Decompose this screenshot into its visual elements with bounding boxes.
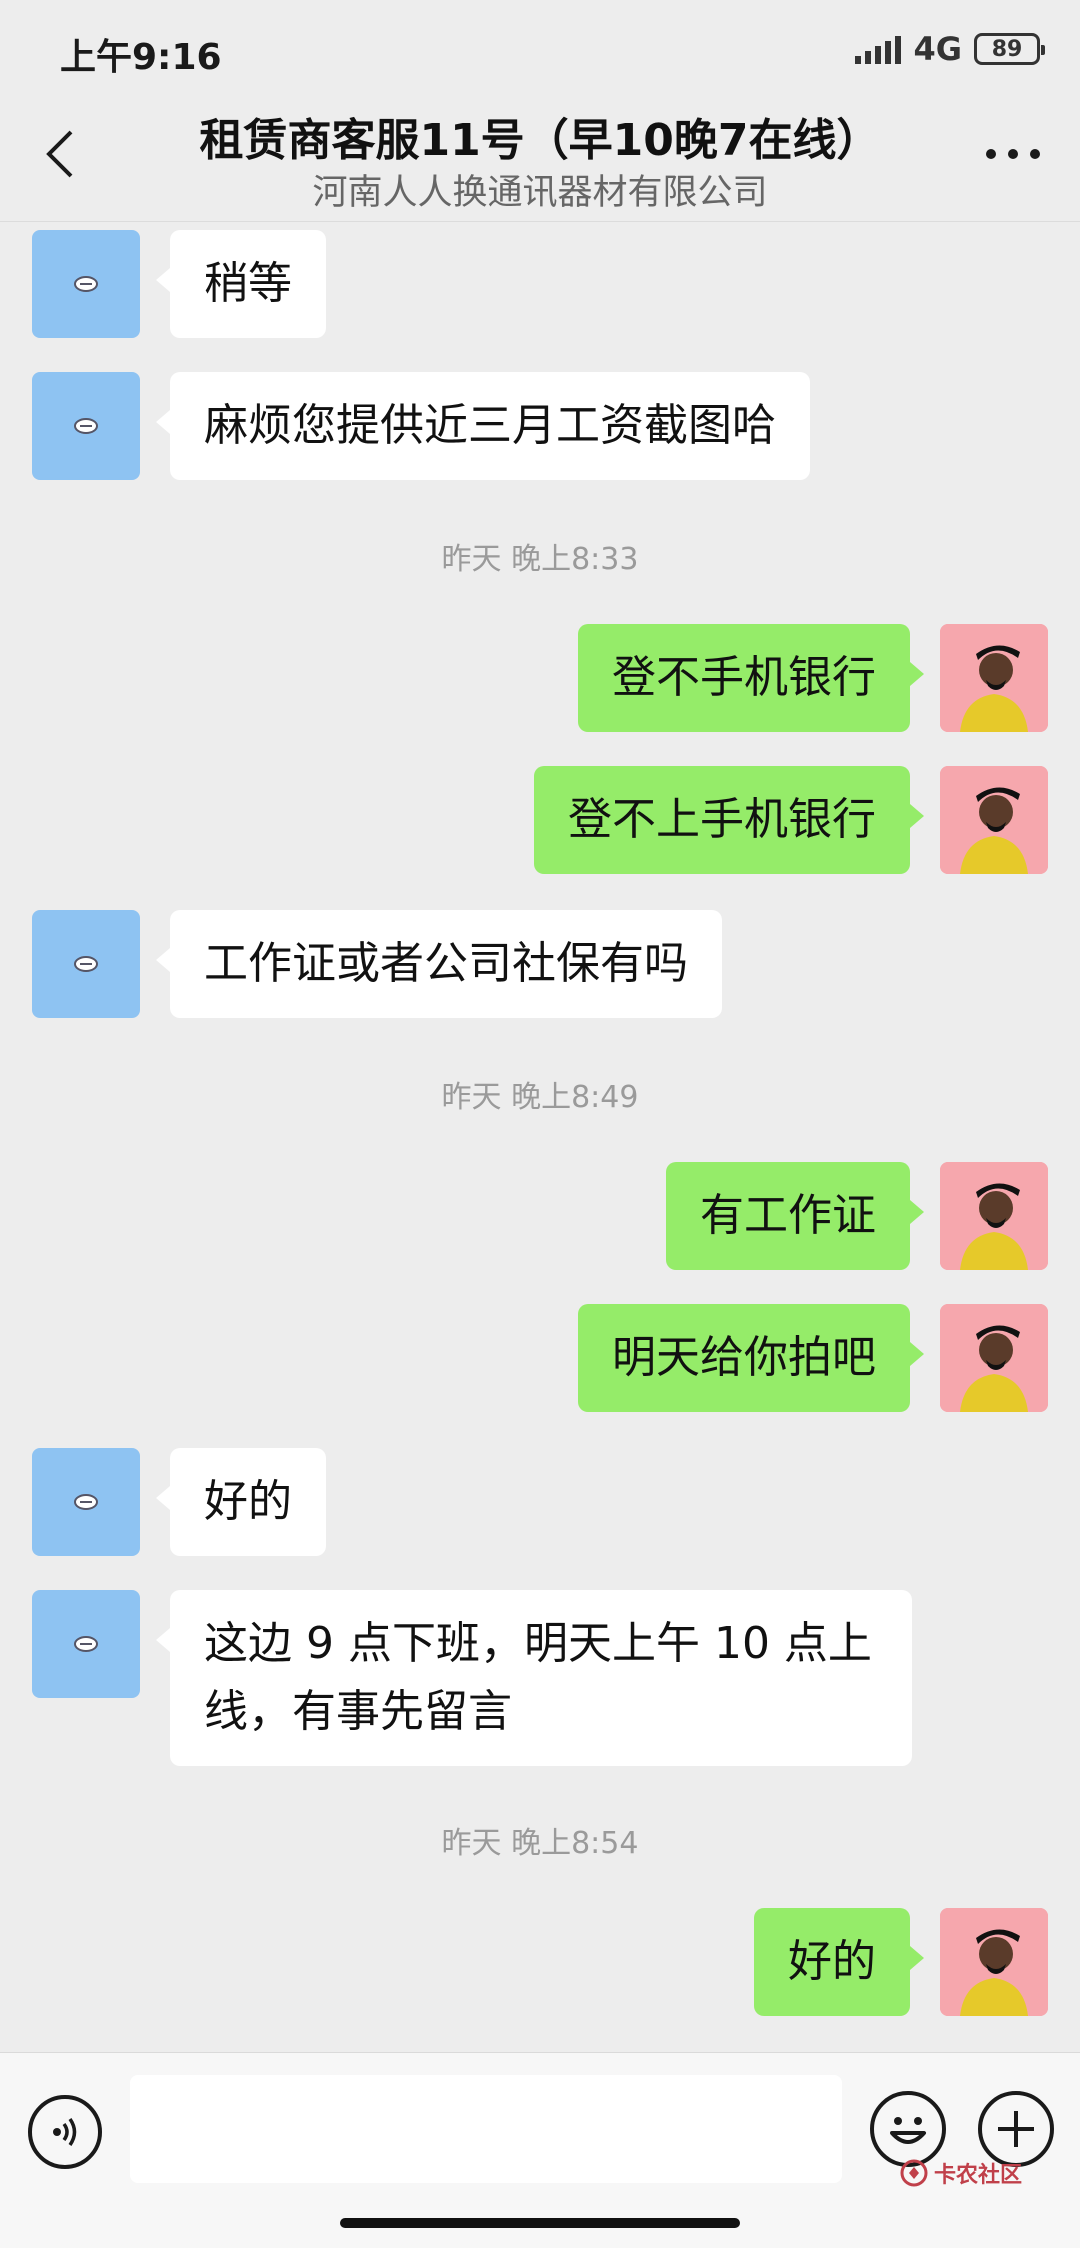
battery-icon: 89	[974, 33, 1045, 65]
chat-header: 租赁商客服11号（早10晚7在线） 河南人人换通讯器材有限公司	[0, 100, 1080, 222]
signal-icon	[855, 34, 902, 64]
home-indicator[interactable]	[340, 2218, 740, 2228]
message-incoming[interactable]: 这边 9 点下班，明天上午 10 点上线，有事先留言	[156, 1590, 912, 1766]
emoji-button[interactable]	[870, 2091, 946, 2167]
message-outgoing[interactable]: 有工作证	[666, 1162, 924, 1270]
plus-icon	[998, 2111, 1034, 2147]
agent-logo-icon	[74, 276, 98, 292]
network-label: 4G	[913, 30, 962, 68]
message-timestamp: 昨天 晚上8:54	[441, 1826, 639, 1861]
message-outgoing[interactable]: 登不手机银行	[578, 624, 924, 732]
user-avatar[interactable]	[940, 766, 1048, 874]
emoji-icon	[890, 2117, 926, 2144]
user-avatar-image	[940, 1162, 1048, 1270]
agent-avatar[interactable]	[32, 230, 140, 338]
message-outgoing[interactable]: 好的	[754, 1908, 924, 2016]
agent-avatar[interactable]	[32, 910, 140, 1018]
agent-avatar[interactable]	[32, 372, 140, 480]
message-outgoing[interactable]: 登不上手机银行	[534, 766, 924, 874]
battery-level: 89	[991, 36, 1023, 62]
chat-subtitle: 河南人人换通讯器材有限公司	[312, 173, 768, 213]
user-avatar-image	[940, 1304, 1048, 1412]
user-avatar[interactable]	[940, 1908, 1048, 2016]
more-button[interactable]	[978, 124, 1048, 184]
more-actions-button[interactable]	[978, 2091, 1054, 2167]
agent-logo-icon	[74, 418, 98, 434]
message-outgoing[interactable]: 明天给你拍吧	[578, 1304, 924, 1412]
agent-logo-icon	[74, 956, 98, 972]
more-dots-icon	[986, 149, 1040, 159]
agent-logo-icon	[74, 1494, 98, 1510]
message-list: 稍等 麻烦您提供近三月工资截图哈 昨天 晚上8:33 登不手机银行 登不上手机银…	[0, 222, 1080, 2052]
agent-avatar[interactable]	[32, 1590, 140, 1698]
voice-button[interactable]	[28, 2095, 102, 2169]
user-avatar[interactable]	[940, 1304, 1048, 1412]
chat-title: 租赁商客服11号（早10晚7在线）	[199, 115, 881, 166]
watermark-logo-icon	[900, 2159, 928, 2187]
watermark: 卡农社区	[900, 2157, 1022, 2189]
agent-avatar[interactable]	[32, 1448, 140, 1556]
watermark-text: 卡农社区	[934, 2163, 1023, 2188]
user-avatar[interactable]	[940, 624, 1048, 732]
message-input[interactable]	[130, 2075, 842, 2183]
status-time: 上午9:16	[60, 37, 222, 78]
message-incoming[interactable]: 麻烦您提供近三月工资截图哈	[156, 372, 810, 480]
status-bar: 上午9:16 4G 89	[0, 0, 1080, 100]
message-timestamp: 昨天 晚上8:33	[441, 542, 639, 577]
agent-logo-icon	[74, 1636, 98, 1652]
status-icons: 4G 89	[855, 30, 1045, 68]
message-incoming[interactable]: 工作证或者公司社保有吗	[156, 910, 722, 1018]
message-incoming[interactable]: 稍等	[156, 230, 326, 338]
voice-icon	[53, 2118, 77, 2146]
message-timestamp: 昨天 晚上8:49	[441, 1080, 639, 1115]
user-avatar-image	[940, 624, 1048, 732]
message-incoming[interactable]: 好的	[156, 1448, 326, 1556]
user-avatar-image	[940, 1908, 1048, 2016]
user-avatar-image	[940, 766, 1048, 874]
user-avatar[interactable]	[940, 1162, 1048, 1270]
